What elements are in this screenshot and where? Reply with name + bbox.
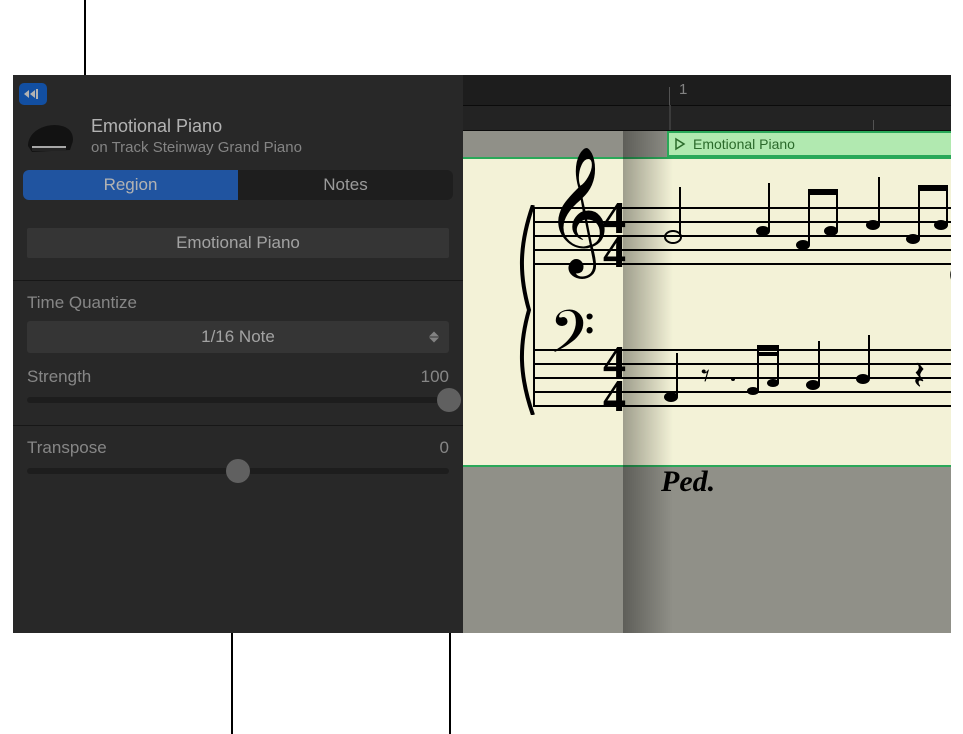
divider [13, 280, 463, 281]
tab-region[interactable]: Region [23, 170, 238, 200]
timeline-ruler[interactable]: 1 [463, 75, 951, 131]
region-title: Emotional Piano [91, 115, 302, 138]
catch-playhead-button[interactable] [19, 83, 47, 105]
region-header-bar[interactable]: Emotional Piano [667, 131, 951, 157]
svg-text:𝄽: 𝄽 [913, 353, 925, 398]
divider [13, 425, 463, 426]
instrument-thumbnail [21, 115, 79, 157]
bass-notes: 𝄾 𝄽 [653, 335, 951, 435]
time-quantize-label: Time Quantize [27, 293, 137, 313]
strength-slider-thumb[interactable] [437, 388, 461, 412]
editor-window: Emotional Piano on Track Steinway Grand … [13, 75, 951, 633]
score-page[interactable]: 𝄞 4 4 𝄢 4 4 [463, 157, 951, 467]
strength-value: 100 [421, 367, 449, 387]
treble-clef: 𝄞 [545, 147, 610, 275]
inspector-tabs: Region Notes [23, 170, 453, 200]
region-subtitle: on Track Steinway Grand Piano [91, 138, 302, 158]
bar-number: 1 [679, 81, 687, 98]
score-area: 1 Emotional Piano [463, 75, 951, 633]
region-name-field[interactable] [27, 228, 449, 258]
time-quantize-popup[interactable]: 1/16 Note [27, 321, 449, 353]
pedal-marking: Ped. [661, 465, 715, 499]
transpose-value: 0 [440, 438, 449, 458]
time-sig-bottom: 4 [603, 225, 626, 278]
tab-notes[interactable]: Notes [238, 170, 453, 200]
transpose-slider-thumb[interactable] [226, 459, 250, 483]
strength-slider[interactable] [27, 397, 449, 403]
svg-text:𝄾: 𝄾 [701, 358, 710, 395]
ruler-tick [669, 105, 671, 130]
piano-icon [22, 116, 78, 156]
region-badge-label: Emotional Piano [693, 136, 795, 152]
bass-clef: 𝄢 [549, 299, 595, 383]
ruler-tick [669, 87, 670, 105]
catch-playhead-icon [23, 87, 43, 101]
region-header: Emotional Piano on Track Steinway Grand … [13, 105, 463, 166]
inspector-panel: Emotional Piano on Track Steinway Grand … [13, 75, 463, 633]
callout-line [449, 633, 451, 734]
play-icon [673, 137, 687, 151]
system-barline [533, 207, 535, 405]
ruler-tick [873, 120, 874, 130]
transpose-slider[interactable] [27, 468, 449, 474]
strength-label: Strength [27, 367, 91, 387]
callout-line [84, 0, 86, 75]
time-quantize-value: 1/16 Note [201, 327, 275, 347]
time-sig-bottom: 4 [603, 369, 626, 422]
callout-line [231, 633, 233, 734]
treble-notes [653, 177, 951, 297]
transpose-label: Transpose [27, 438, 107, 458]
chevron-updown-icon [429, 331, 439, 342]
